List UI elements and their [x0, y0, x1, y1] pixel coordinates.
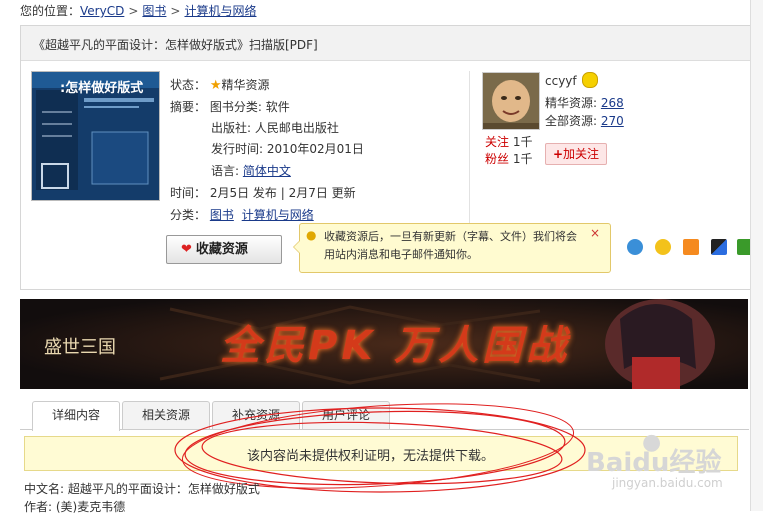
category-label: 分类： [170, 208, 207, 222]
total-count-row: 全部资源: 270 [545, 112, 624, 129]
author-value: (美)麦克韦德 [55, 500, 126, 514]
tab-related[interactable]: 相关资源 [122, 401, 210, 429]
close-icon[interactable]: × [590, 226, 600, 240]
category-link-books[interactable]: 图书 [210, 208, 234, 222]
summary-row: 摘要： 图书分类: 软件 [170, 98, 290, 115]
author-label: 作者: [24, 500, 53, 514]
breadcrumb-prefix: 您的位置： [20, 4, 81, 18]
time-label: 时间： [170, 186, 207, 200]
game-banner-ad[interactable]: 盛世三国 全民PK 万人国战 [20, 299, 748, 389]
share-icon[interactable] [627, 239, 643, 255]
user-name-row: ccyyf [545, 72, 599, 88]
download-notice-text: 该内容尚未提供权利证明，无法提供下载。 [247, 449, 495, 464]
status-label: 状态： [170, 78, 207, 92]
watermark-url: jingyan.baidu.com [612, 476, 723, 490]
right-scrollbar[interactable] [750, 0, 763, 511]
download-notice: 该内容尚未提供权利证明，无法提供下载。 [24, 436, 738, 471]
lightbulb-icon: ● [306, 228, 317, 242]
fans-label[interactable]: 粉丝 [485, 152, 509, 166]
star-icon: ★ [209, 78, 222, 93]
detail-tabs: 详细内容 相关资源 补充资源 用户评论 [20, 399, 749, 431]
author-row: 作者: (美)麦克韦德 [24, 498, 125, 515]
heart-icon: ❤ [181, 242, 192, 257]
summary-category: 图书分类: 软件 [209, 100, 290, 114]
add-follow-button[interactable]: +加关注 [545, 143, 607, 165]
language-label: 语言: [211, 164, 243, 178]
divider [469, 71, 470, 231]
favorite-button[interactable]: ❤ 收藏资源 [166, 235, 282, 264]
user-name[interactable]: ccyyf [545, 74, 577, 88]
book-cover-image[interactable]: :怎样做好版式 [31, 71, 160, 201]
banner-slogan: 全民PK 万人国战 [220, 323, 571, 369]
svg-text::怎样做好版式: :怎样做好版式 [60, 80, 143, 96]
status-value: 精华资源 [221, 78, 270, 92]
tab-details[interactable]: 详细内容 [32, 401, 120, 431]
resource-title: 《超越平凡的平面设计：怎样做好版式》扫描版[PDF] [33, 38, 318, 52]
follow-stat: 关注 1千 [485, 133, 532, 150]
summary-label: 摘要： [170, 100, 207, 114]
elite-label: 精华资源: [545, 96, 598, 110]
category-row: 分类： 图书 计算机与网络 [170, 206, 314, 223]
total-count-link[interactable]: 270 [601, 114, 624, 128]
tab-supplement[interactable]: 补充资源 [212, 401, 300, 429]
tab-comments[interactable]: 用户评论 [302, 401, 390, 429]
language-row: 语言: 简体中文 [211, 162, 291, 179]
language-link[interactable]: 简体中文 [243, 164, 291, 178]
favorite-tooltip-text: 收藏资源后，一旦有新更新（字幕、文件）我们将会用站内消息和电子邮件通知你。 [324, 230, 577, 261]
resource-title-bar: 《超越平凡的平面设计：怎样做好版式》扫描版[PDF] [21, 26, 750, 61]
resource-card: 《超越平凡的平面设计：怎样做好版式》扫描版[PDF] :怎样做好版式 状态： ★… [20, 25, 753, 290]
delicious-icon[interactable] [711, 239, 727, 255]
pubdate-row: 发行时间: 2010年02月01日 [211, 142, 364, 156]
plus-icon: + [552, 147, 564, 161]
follow-count: 1千 [512, 135, 533, 149]
breadcrumb-separator: > [128, 4, 139, 18]
status-row: 状态： ★精华资源 [170, 76, 270, 93]
breadcrumb-link-computer[interactable]: 计算机与网络 [184, 4, 256, 18]
publisher-row: 出版社: 人民邮电出版社 [211, 121, 339, 135]
fans-stat: 粉丝 1千 [485, 150, 532, 167]
follow-label[interactable]: 关注 [485, 135, 509, 149]
banner-logo: 盛世三国 [44, 337, 116, 358]
fans-count: 1千 [512, 152, 533, 166]
breadcrumb-link-books[interactable]: 图书 [142, 4, 166, 18]
gold-badge-icon [582, 72, 599, 88]
total-label: 全部资源: [545, 114, 598, 128]
time-value: 2月5日 发布 | 2月7日 更新 [209, 186, 356, 200]
user-avatar[interactable] [482, 72, 540, 130]
rss-icon[interactable] [683, 239, 699, 255]
cn-name-row: 中文名: 超越平凡的平面设计：怎样做好版式 [24, 480, 260, 497]
add-follow-label: 加关注 [563, 147, 600, 161]
elite-count-row: 精华资源: 268 [545, 94, 624, 111]
favorite-button-label: 收藏资源 [195, 242, 248, 257]
breadcrumb-link-verycd[interactable]: VeryCD [80, 4, 124, 18]
favorite-tooltip: ● 收藏资源后，一旦有新更新（字幕、文件）我们将会用站内消息和电子邮件通知你。 … [293, 223, 611, 273]
cn-name-label: 中文名: [24, 482, 65, 496]
elite-count-link[interactable]: 268 [601, 96, 624, 110]
cn-name-value: 超越平凡的平面设计：怎样做好版式 [67, 482, 260, 496]
category-link-computer[interactable]: 计算机与网络 [242, 208, 314, 222]
smile-share-icon[interactable] [655, 239, 671, 255]
breadcrumb: 您的位置：VeryCD > 图书 > 计算机与网络 [20, 2, 257, 19]
breadcrumb-separator: > [170, 4, 181, 18]
time-row: 时间： 2月5日 发布 | 2月7日 更新 [170, 184, 356, 201]
